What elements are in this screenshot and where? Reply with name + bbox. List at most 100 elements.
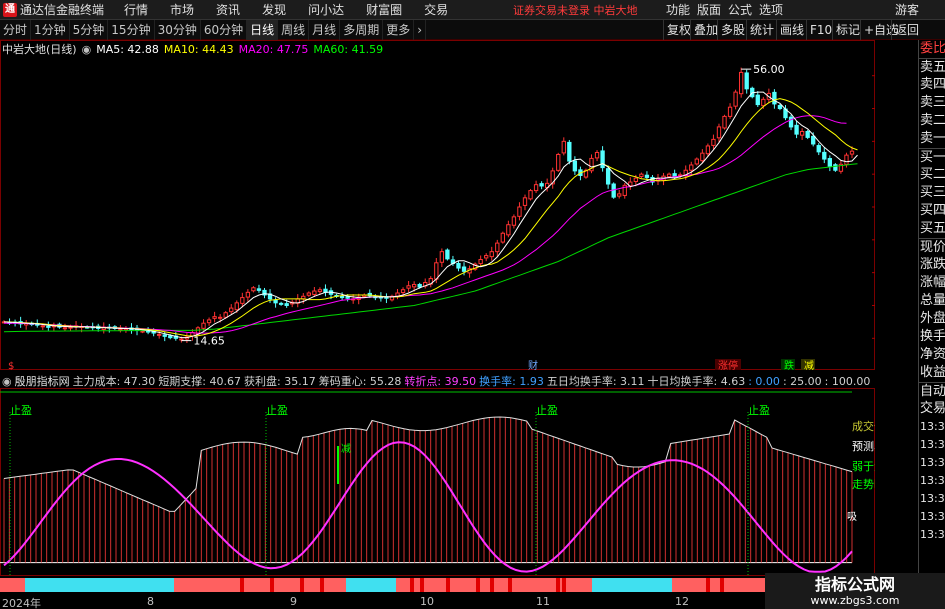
- menu-quotes[interactable]: 行情: [124, 1, 148, 18]
- panel-item-net-asset[interactable]: 净资: [919, 346, 945, 364]
- panel-item-price[interactable]: 现价: [919, 238, 945, 256]
- menu-wealth[interactable]: 财富圈: [366, 1, 402, 18]
- signal-tick: [556, 578, 560, 592]
- menu-options[interactable]: 选项: [759, 1, 783, 18]
- period-intraday[interactable]: 分时: [0, 19, 32, 40]
- tick-time: 13:34: [920, 456, 945, 469]
- btn-multistock[interactable]: 多股: [717, 20, 748, 40]
- panel-item-sell3[interactable]: 卖三: [919, 94, 945, 112]
- candle-body: [273, 299, 278, 304]
- panel-auto[interactable]: 自动: [919, 382, 945, 400]
- candle-body: [733, 91, 738, 107]
- candle-body: [217, 316, 223, 319]
- candle-body: [666, 173, 672, 178]
- signal-timebar: [0, 578, 765, 592]
- candle-body: [445, 249, 450, 260]
- candle-body: [777, 105, 783, 110]
- indicator-name[interactable]: 殷朋指标网: [15, 373, 70, 389]
- period-15min[interactable]: 15分钟: [108, 19, 155, 40]
- panel-item-buy3[interactable]: 买三: [919, 184, 945, 202]
- candle-body: [600, 150, 605, 169]
- period-more[interactable]: 更多: [383, 19, 415, 40]
- panel-item-sell4[interactable]: 卖四: [919, 76, 945, 94]
- candle-body: [439, 251, 445, 263]
- ind-item-turnover-10d: 十日均换手率: 4.63: [647, 375, 746, 388]
- panel-item-change-pct[interactable]: 涨幅: [919, 274, 945, 292]
- candle-body: [500, 232, 505, 243]
- candle-body: [689, 164, 694, 171]
- menu-trade[interactable]: 交易: [424, 1, 448, 18]
- more-chevron-icon[interactable]: ›: [414, 19, 427, 40]
- period-weekly[interactable]: 周线: [278, 19, 310, 40]
- price-chart[interactable]: 15.0020.0025.0030.0035.0040.0045.0050.00…: [0, 40, 875, 370]
- btn-draw[interactable]: 画线: [776, 20, 807, 40]
- panel-item-turnover[interactable]: 换手: [919, 328, 945, 346]
- panel-trade[interactable]: 交易: [919, 400, 945, 418]
- panel-item-weibi[interactable]: 委比: [919, 40, 945, 58]
- panel-item-change[interactable]: 涨跌: [919, 256, 945, 274]
- menu-discover[interactable]: 发现: [262, 1, 286, 18]
- period-1min[interactable]: 1分钟: [31, 19, 70, 40]
- candle-body: [694, 158, 699, 165]
- period-monthly[interactable]: 月线: [309, 19, 341, 40]
- ma-line-ma10: [4, 98, 858, 337]
- panel-item-buy4[interactable]: 买四: [919, 202, 945, 220]
- indicator-toggle-icon[interactable]: ◉: [2, 375, 12, 388]
- panel-item-outer[interactable]: 外盘: [919, 310, 945, 328]
- candle-body: [212, 316, 217, 319]
- signal-segment: [346, 578, 396, 592]
- candle-body: [644, 174, 650, 178]
- period-60min[interactable]: 60分钟: [201, 19, 248, 40]
- signal-segment: [592, 578, 672, 592]
- panel-item-buy1[interactable]: 买一: [919, 148, 945, 166]
- candle-body: [572, 160, 578, 172]
- period-multi[interactable]: 多周期: [340, 19, 384, 40]
- ind-item-zero: : 0.00: [748, 374, 780, 388]
- candle-body: [827, 158, 832, 167]
- candle-body: [788, 116, 794, 128]
- ma-line-ma60: [3, 163, 858, 333]
- panel-item-sell1[interactable]: 卖一: [919, 130, 945, 148]
- btn-mark[interactable]: 标记: [832, 20, 863, 40]
- btn-f10[interactable]: F10: [806, 20, 835, 40]
- stop-profit-label: 止盈: [536, 404, 558, 417]
- date-label: 12: [675, 595, 689, 608]
- period-daily[interactable]: 日线: [247, 19, 279, 40]
- candle-body: [312, 290, 317, 296]
- candle-body: [849, 150, 855, 155]
- signal-tick: [490, 578, 494, 592]
- indicator-chart[interactable]: 100.080.0060.0040.0020.00止盈止盈止盈止盈减吸成交价预测…: [0, 388, 875, 576]
- candle-body: [799, 131, 805, 136]
- panel-item-buy2[interactable]: 买二: [919, 166, 945, 184]
- candle-body: [145, 330, 151, 333]
- candle-body: [511, 216, 517, 226]
- event-mark: 财: [528, 359, 538, 370]
- candle-body: [251, 287, 256, 292]
- period-30min[interactable]: 30分钟: [155, 19, 201, 40]
- signal-tick: [270, 578, 274, 592]
- menu-news[interactable]: 资讯: [216, 1, 240, 18]
- menu-function[interactable]: 功能: [666, 1, 690, 18]
- date-axis: 2024年 8 9 10 11 12: [0, 595, 875, 609]
- candle-body: [234, 302, 239, 311]
- candle-body: [556, 153, 561, 171]
- candle-body: [522, 197, 528, 206]
- ind-item-short-support: 短期支撑: 40.67: [158, 375, 242, 388]
- menu-market[interactable]: 市场: [170, 1, 194, 18]
- panel-item-earnings[interactable]: 收益: [919, 364, 945, 382]
- panel-item-sell2[interactable]: 卖二: [919, 112, 945, 130]
- menu-layout[interactable]: 版面: [697, 1, 721, 18]
- panel-item-sell5[interactable]: 卖五: [919, 58, 945, 76]
- panel-item-volume[interactable]: 总量: [919, 292, 945, 310]
- login-notice[interactable]: 证券交易未登录 中岩大地: [513, 2, 638, 18]
- period-5min[interactable]: 5分钟: [70, 19, 109, 40]
- candle-body: [179, 338, 184, 341]
- btn-back[interactable]: 返回: [891, 20, 922, 40]
- menu-ask[interactable]: 问小达: [308, 1, 344, 18]
- btn-stats[interactable]: 统计: [746, 20, 777, 40]
- guest-label[interactable]: 游客: [895, 1, 919, 18]
- ind-item-main-cost: 主力成本: 47.30: [72, 375, 156, 388]
- menu-formula[interactable]: 公式: [728, 1, 752, 18]
- panel-item-buy5[interactable]: 买五: [919, 220, 945, 238]
- candle-body: [201, 322, 206, 329]
